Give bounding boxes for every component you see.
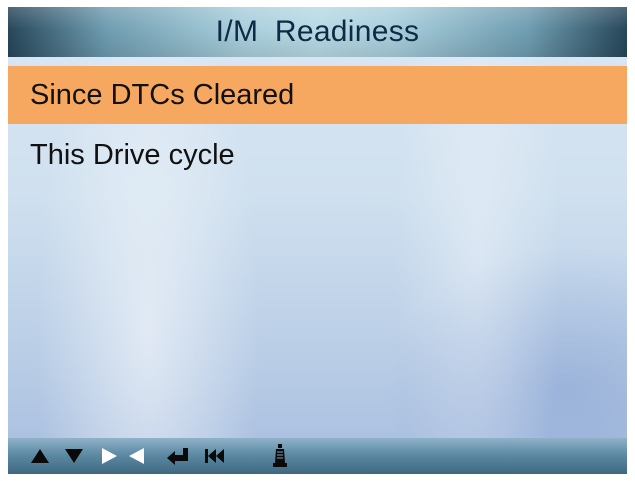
device-screen: I/M Readiness Since DTCs Cleared This Dr… — [8, 7, 627, 474]
key-hint-bar — [8, 438, 627, 474]
menu-item-label: This Drive cycle — [30, 139, 235, 171]
title-bar: I/M Readiness — [8, 7, 627, 57]
help-icon[interactable] — [272, 438, 288, 474]
page-title: I/M Readiness — [215, 15, 420, 48]
down-arrow-icon[interactable] — [64, 438, 84, 474]
menu-list: Since DTCs Cleared This Drive cycle — [8, 66, 627, 186]
enter-icon[interactable] — [166, 438, 190, 474]
menu-item-since-dtcs-cleared[interactable]: Since DTCs Cleared — [8, 66, 627, 124]
menu-item-this-drive-cycle[interactable]: This Drive cycle — [8, 126, 627, 184]
right-arrow-icon[interactable] — [100, 438, 118, 474]
back-icon[interactable] — [204, 438, 226, 474]
menu-item-label: Since DTCs Cleared — [30, 79, 295, 111]
up-arrow-icon[interactable] — [30, 438, 50, 474]
left-arrow-icon[interactable] — [128, 438, 146, 474]
